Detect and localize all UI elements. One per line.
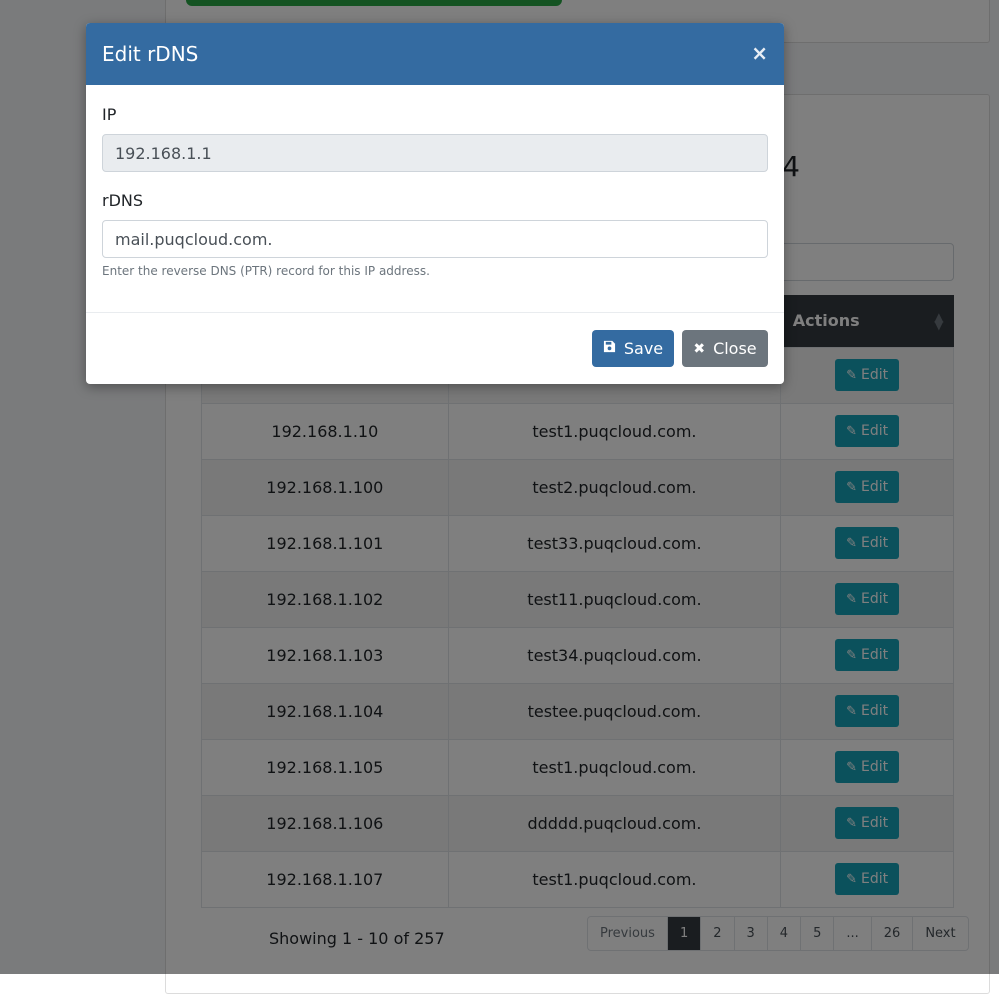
edit-rdns-modal: Edit rDNS × IP rDNS Enter the reverse DN… xyxy=(86,23,784,384)
rdns-help-text: Enter the reverse DNS (PTR) record for t… xyxy=(102,264,430,278)
close-button[interactable]: ✖ Close xyxy=(682,330,768,367)
save-button-label: Save xyxy=(623,339,664,358)
floppy-disk-icon xyxy=(603,340,616,357)
close-button-label: Close xyxy=(713,339,757,358)
modal-header: Edit rDNS × xyxy=(86,23,784,85)
save-button[interactable]: Save xyxy=(592,330,674,367)
modal-title: Edit rDNS xyxy=(102,42,199,66)
ip-label: IP xyxy=(102,105,117,124)
modal-footer: Save ✖ Close xyxy=(86,313,784,384)
modal-body: IP rDNS Enter the reverse DNS (PTR) reco… xyxy=(86,85,784,313)
ip-field[interactable] xyxy=(102,134,768,172)
rdns-field[interactable] xyxy=(102,220,768,258)
x-icon: ✖ xyxy=(693,340,706,357)
modal-close-icon[interactable]: × xyxy=(751,41,768,65)
rdns-label: rDNS xyxy=(102,191,144,210)
